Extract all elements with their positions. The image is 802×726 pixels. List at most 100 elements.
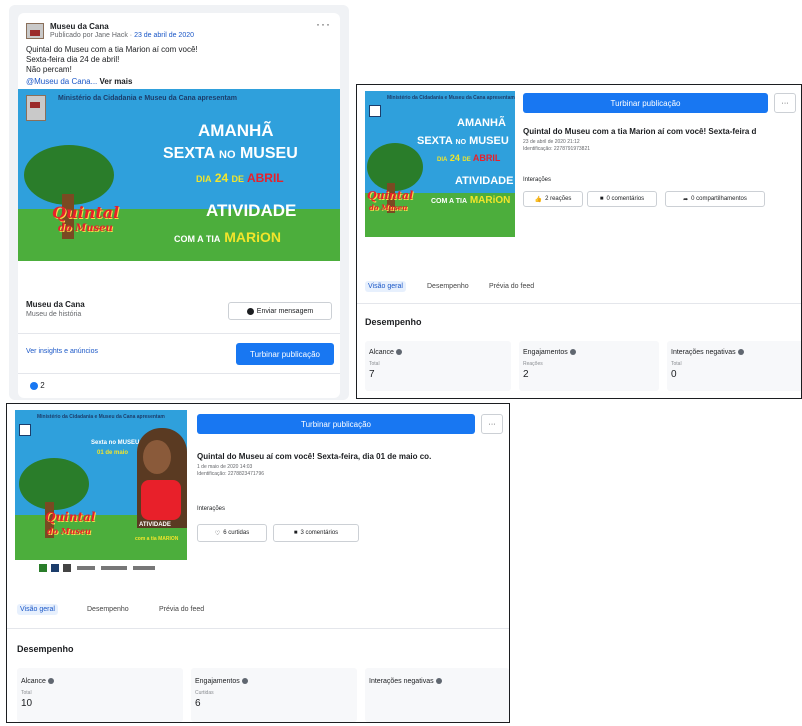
footer-page-name[interactable]: Museu da Cana: [26, 300, 85, 310]
see-more-link[interactable]: Ver mais: [100, 77, 133, 86]
post-date: 1 de maio de 2020 14:03: [197, 464, 253, 470]
published-by: Publicado por Jane Hack: [50, 32, 128, 39]
metric-reach-value: 7: [369, 369, 375, 380]
post-card: Museu da Cana Publicado por Jane Hack · …: [18, 13, 340, 398]
thumb-tia-line: COM A TIA MARiON: [431, 195, 511, 206]
promo-date-line: DIA 24 DE ABRIL: [196, 171, 284, 185]
post-line-1: Quintal do Museu com a tia Marion aí com…: [26, 45, 198, 54]
like-icon: 👍: [534, 196, 543, 203]
metric-negative-interactions: Interações negativas: [365, 668, 509, 722]
comment-icon: ■: [599, 196, 604, 202]
post-thumbnail[interactable]: Ministério da Cidadania e Museu da Cana …: [365, 91, 515, 237]
checkbox-icon[interactable]: [369, 105, 381, 117]
feed-post-panel: Museu da Cana Publicado por Jane Hack · …: [9, 5, 349, 400]
tree-shape: [367, 143, 423, 191]
metric-engagement: Engajamentos Reações 2: [519, 341, 659, 391]
shares-button[interactable]: ➦ 0 compartilhamentos: [665, 191, 765, 207]
page-name[interactable]: Museu da Cana: [50, 22, 109, 32]
thumb-do-museu-logo: do Museu: [47, 526, 91, 536]
thumb-header: Ministério da Cidadania e Museu da Cana …: [37, 414, 165, 420]
interactions-label: Interações: [197, 506, 226, 512]
metric-negative-interactions: Interações negativas Total 0: [667, 341, 801, 391]
tab-performance[interactable]: Desempenho: [427, 283, 469, 290]
thumb-quintal-logo: Quintal: [45, 510, 96, 524]
person-clothing: [141, 480, 181, 520]
sponsor-logo-1: [39, 564, 47, 572]
thumb-atividade: ATIVIDADE: [139, 522, 171, 528]
post-line-3: Não percam!: [26, 65, 72, 74]
tab-feed-preview[interactable]: Prévia do feed: [489, 283, 534, 290]
post-meta: Publicado por Jane Hack · 23 de abril de…: [50, 32, 194, 39]
info-icon[interactable]: [569, 349, 576, 356]
thumb-sexta-line: SEXTA NO MUSEU: [417, 135, 509, 147]
sponsor-logo-2: [51, 564, 59, 572]
insights-link[interactable]: Ver insights e anúncios: [26, 347, 98, 357]
divider: [7, 628, 509, 629]
promo-tia-line: COM A TIA MARiON: [174, 229, 281, 245]
page-logo[interactable]: [26, 23, 44, 39]
sponsor-logo-3: [63, 564, 71, 572]
promo-header: Ministério da Cidadania e Museu da Cana …: [58, 95, 237, 102]
tree-shape: [19, 458, 89, 510]
promo-amanha: AMANHÃ: [198, 121, 274, 140]
thumb-text-1: Sexta no MUSEU: [91, 440, 140, 446]
tab-overview[interactable]: Visão geral: [17, 604, 58, 615]
promo-sexta-line: SEXTA NO MUSEU: [163, 145, 298, 162]
promo-do-museu-logo: do Museu: [58, 223, 113, 234]
thumb-atividade: ATIVIDADE: [455, 175, 514, 187]
metric-reach: Alcance Total 10: [17, 668, 183, 722]
post-id: Identificação: 2278823471796: [197, 471, 265, 477]
thumb-tia: com a tia MARION: [135, 536, 179, 542]
info-icon[interactable]: [241, 678, 248, 685]
sponsor-logo-5: [101, 566, 127, 570]
info-icon[interactable]: [47, 678, 54, 685]
post-date: 23 de abril de 2020 21:12: [523, 139, 580, 145]
post-insights-panel-2: Ministério da Cidadania e Museu da Cana …: [6, 403, 510, 723]
likes-button[interactable]: ♡ 6 curtidas: [197, 524, 267, 542]
boost-post-button[interactable]: Turbinar publicação: [197, 414, 475, 434]
info-icon[interactable]: [737, 349, 744, 356]
metric-reach: Alcance Total 7: [365, 341, 511, 391]
checkbox-icon[interactable]: [19, 424, 31, 436]
promo-atividade: ATIVIDADE: [206, 201, 297, 220]
tab-performance[interactable]: Desempenho: [87, 606, 129, 613]
post-date[interactable]: 23 de abril de 2020: [134, 32, 194, 39]
metric-engagement-value: 6: [195, 698, 201, 709]
info-icon[interactable]: [395, 349, 402, 356]
comments-button[interactable]: ■ 0 comentários: [587, 191, 657, 207]
comment-icon: ■: [293, 530, 298, 536]
more-options-icon[interactable]: ···: [316, 17, 331, 31]
comments-button[interactable]: ■ 3 comentários: [273, 524, 359, 542]
museum-logo-icon: [26, 95, 46, 121]
post-title: Quintal do Museu com a tia Marion aí com…: [523, 127, 757, 136]
boost-post-button[interactable]: Turbinar publicação: [236, 343, 334, 365]
metric-reach-value: 10: [21, 698, 33, 709]
divider: [18, 333, 340, 334]
tab-feed-preview[interactable]: Prévia do feed: [159, 606, 204, 613]
hashtag-link[interactable]: @Museu da Cana...: [26, 77, 97, 86]
post-title: Quintal do Museu aí com você! Sexta-feir…: [197, 452, 432, 461]
more-options-icon[interactable]: ···: [481, 414, 503, 434]
divider: [357, 303, 801, 304]
section-title: Desempenho: [365, 317, 422, 327]
post-image[interactable]: Ministério da Cidadania e Museu da Cana …: [18, 89, 340, 261]
post-id: Identificação: 2278791973821: [523, 146, 591, 152]
reactions-button[interactable]: 👍 2 reações: [523, 191, 583, 207]
person-face: [143, 440, 171, 474]
post-thumbnail[interactable]: Ministério da Cidadania e Museu da Cana …: [15, 410, 187, 560]
info-icon[interactable]: [435, 678, 442, 685]
divider: [18, 373, 340, 374]
reaction-summary[interactable]: 2: [30, 381, 45, 390]
sponsor-logo-4: [77, 566, 95, 570]
more-options-icon[interactable]: ···: [774, 93, 796, 113]
metric-engagement: Engajamentos Curtidas 6: [191, 668, 357, 722]
send-message-button[interactable]: Enviar mensagem: [228, 302, 332, 320]
section-title: Desempenho: [17, 644, 74, 654]
tab-overview[interactable]: Visão geral: [365, 281, 406, 292]
footer-page-category: Museu de história: [26, 311, 82, 318]
thumb-quintal-logo: Quintal: [367, 189, 414, 202]
boost-post-button[interactable]: Turbinar publicação: [523, 93, 768, 113]
thumb-date-line: DIA 24 DE ABRIL: [437, 153, 501, 163]
thumb-header: Ministério da Cidadania e Museu da Cana …: [387, 95, 515, 101]
like-icon: [30, 381, 38, 390]
